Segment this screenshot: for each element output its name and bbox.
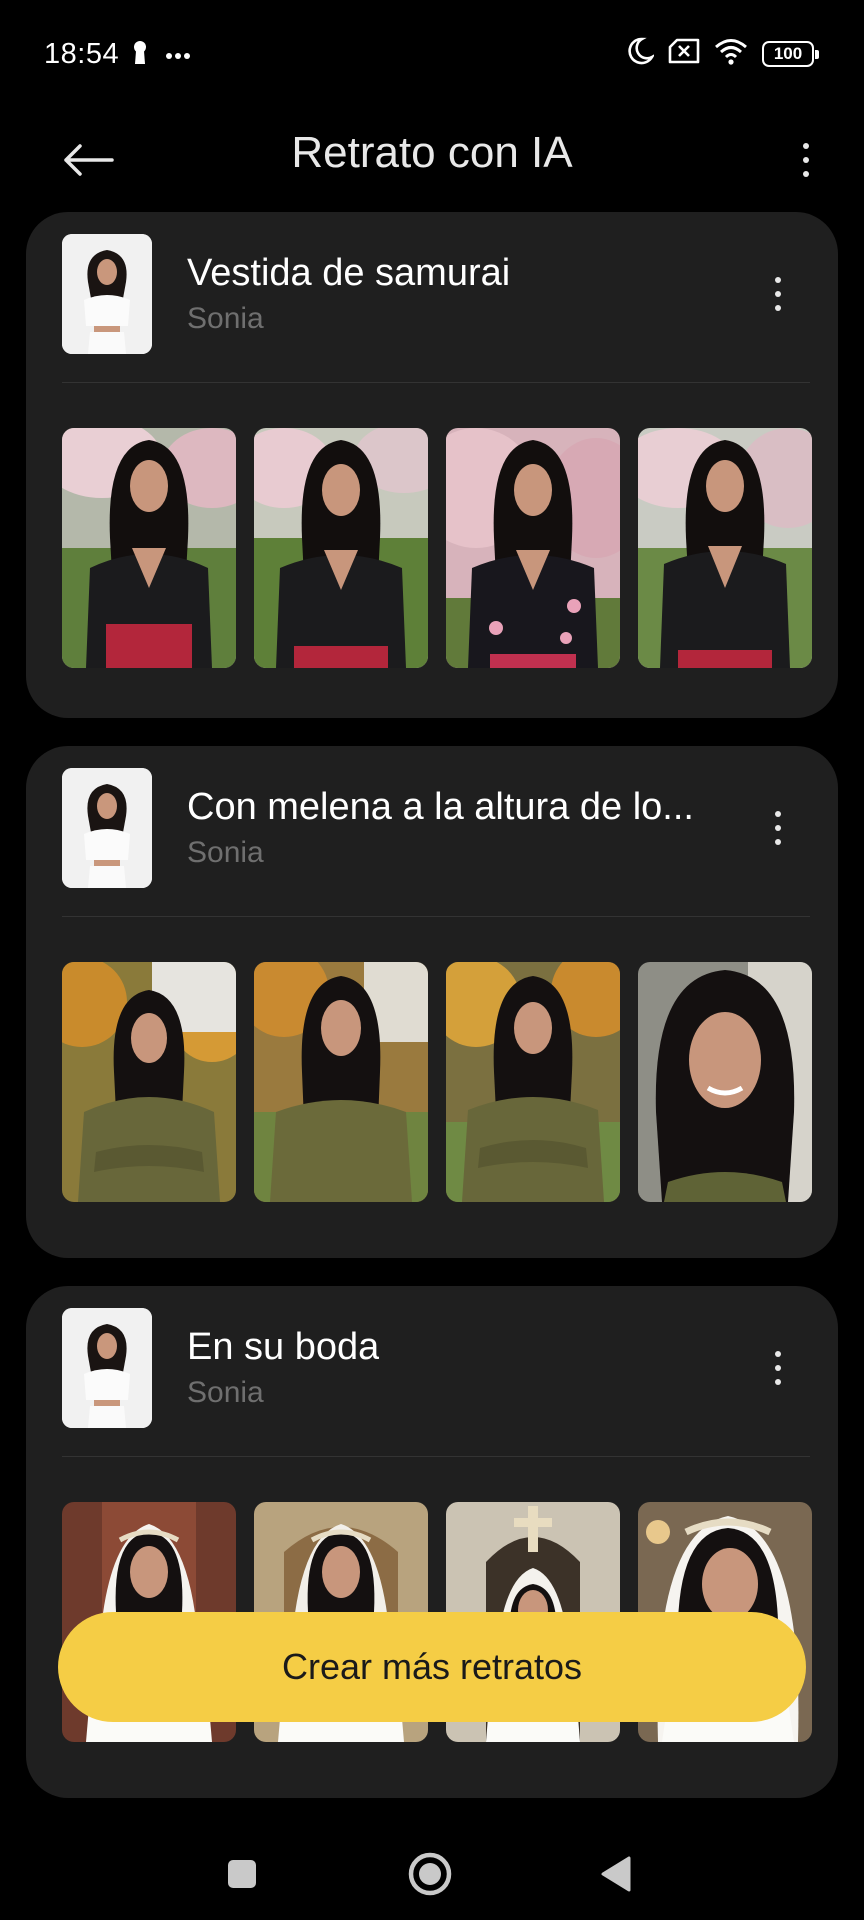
album-header: Con melena a la altura de lo... Sonia: [26, 746, 838, 916]
portrait-photo[interactable]: [254, 962, 428, 1202]
more-options-button[interactable]: [778, 130, 834, 190]
album-subtitle: Sonia: [187, 1376, 264, 1409]
album-menu-button[interactable]: [758, 1338, 798, 1398]
status-time: 18:54: [44, 38, 120, 70]
album-menu-button[interactable]: [758, 264, 798, 324]
more-dots-icon: [166, 47, 190, 65]
album-title: Con melena a la altura de lo...: [187, 786, 694, 828]
photo-row: [62, 428, 812, 668]
portrait-photo[interactable]: [638, 962, 812, 1202]
album-card[interactable]: Vestida de samurai Sonia: [26, 212, 838, 718]
keyhole-icon: [132, 40, 148, 71]
more-vertical-icon: [803, 143, 809, 177]
portrait-photo[interactable]: [62, 962, 236, 1202]
album-subtitle: Sonia: [187, 836, 264, 869]
status-bar: 18:54 100: [0, 0, 864, 110]
portrait-photo[interactable]: [638, 428, 812, 668]
album-subtitle: Sonia: [187, 302, 264, 335]
moon-icon: [626, 36, 656, 71]
portrait-photo[interactable]: [446, 428, 620, 668]
create-more-portraits-button[interactable]: Crear más retratos: [58, 1612, 806, 1722]
more-vertical-icon: [775, 811, 781, 845]
app-bar: Retrato con IA: [0, 110, 864, 210]
album-menu-button[interactable]: [758, 798, 798, 858]
divider: [62, 382, 810, 383]
circle-home-icon: [408, 1852, 452, 1896]
album-header: En su boda Sonia: [26, 1286, 838, 1456]
avatar: [62, 234, 152, 354]
system-nav-bar: [0, 1820, 864, 1920]
album-card[interactable]: Con melena a la altura de lo... Sonia: [26, 746, 838, 1258]
status-left-icons: [132, 40, 190, 71]
avatar: [62, 1308, 152, 1428]
more-vertical-icon: [775, 1351, 781, 1385]
portrait-photo[interactable]: [446, 962, 620, 1202]
page-title: Retrato con IA: [291, 128, 573, 177]
more-vertical-icon: [775, 277, 781, 311]
album-header: Vestida de samurai Sonia: [26, 212, 838, 382]
avatar: [62, 768, 152, 888]
photo-row: [62, 962, 812, 1202]
portrait-photo[interactable]: [62, 428, 236, 668]
recents-button[interactable]: [212, 1844, 272, 1904]
divider: [62, 916, 810, 917]
battery-icon: 100: [762, 40, 819, 67]
sim-off-icon: [668, 38, 700, 69]
album-title: En su boda: [187, 1326, 380, 1368]
status-right-icons: 100: [626, 36, 819, 71]
divider: [62, 1456, 810, 1457]
triangle-back-icon: [601, 1856, 631, 1892]
portrait-photo[interactable]: [254, 428, 428, 668]
album-title: Vestida de samurai: [187, 252, 511, 294]
wifi-icon: [714, 37, 748, 70]
nav-back-button[interactable]: [586, 1844, 646, 1904]
square-recents-icon: [228, 1860, 256, 1888]
home-button[interactable]: [400, 1844, 460, 1904]
